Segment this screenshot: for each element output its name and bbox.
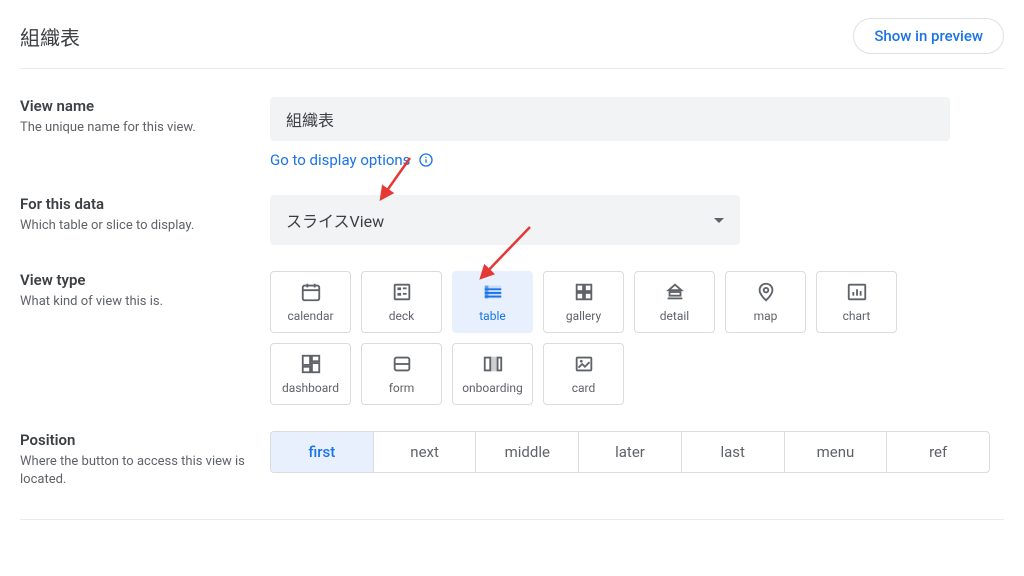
view-name-input[interactable] <box>270 97 950 141</box>
view-type-label: chart <box>843 309 871 323</box>
view-type-label: form <box>389 381 415 395</box>
position-next[interactable]: next <box>374 432 477 472</box>
view-type-label: table <box>479 309 505 323</box>
position-menu[interactable]: menu <box>785 432 888 472</box>
view-name-description: The unique name for this view. <box>20 119 270 137</box>
view-type-onboarding[interactable]: onboarding <box>452 343 533 405</box>
position-segmented: firstnextmiddlelaterlastmenuref <box>270 431 990 473</box>
view-type-label: gallery <box>566 309 601 323</box>
view-type-label: deck <box>389 309 415 323</box>
view-type-dashboard[interactable]: dashboard <box>270 343 351 405</box>
view-type-label: onboarding <box>462 381 523 395</box>
position-middle[interactable]: middle <box>476 432 579 472</box>
position-last[interactable]: last <box>682 432 785 472</box>
chevron-down-icon <box>714 218 724 223</box>
gallery-icon <box>573 281 595 303</box>
view-name-label: View name <box>20 97 270 115</box>
view-type-description: What kind of view this is. <box>20 293 270 311</box>
dashboard-icon <box>300 353 322 375</box>
show-in-preview-button[interactable]: Show in preview <box>853 18 1004 54</box>
position-description: Where the button to access this view is … <box>20 453 270 489</box>
view-type-label: card <box>572 381 596 395</box>
info-icon <box>418 152 434 168</box>
view-type-map[interactable]: map <box>725 271 806 333</box>
view-type-chart[interactable]: chart <box>816 271 897 333</box>
form-icon <box>391 353 413 375</box>
position-label: Position <box>20 431 270 449</box>
for-this-data-label: For this data <box>20 195 270 213</box>
view-type-form[interactable]: form <box>361 343 442 405</box>
position-ref[interactable]: ref <box>887 432 989 472</box>
view-type-table[interactable]: table <box>452 271 533 333</box>
view-type-detail[interactable]: detail <box>634 271 715 333</box>
data-source-value: スライスView <box>286 208 384 232</box>
map-icon <box>755 281 777 303</box>
deck-icon <box>391 281 413 303</box>
position-later[interactable]: later <box>579 432 682 472</box>
chart-icon <box>846 281 868 303</box>
view-type-gallery[interactable]: gallery <box>543 271 624 333</box>
data-source-select[interactable]: スライスView <box>270 195 740 245</box>
view-type-card[interactable]: card <box>543 343 624 405</box>
view-type-label: detail <box>660 309 689 323</box>
display-options-link[interactable]: Go to display options <box>270 151 410 169</box>
view-type-deck[interactable]: deck <box>361 271 442 333</box>
page-title: 組織表 <box>20 22 80 51</box>
detail-icon <box>664 281 686 303</box>
calendar-icon <box>300 281 322 303</box>
view-type-grid: calendar deck table gallery detail map chart da… <box>270 271 950 405</box>
view-type-label: calendar <box>287 309 333 323</box>
position-first[interactable]: first <box>271 432 374 472</box>
view-type-calendar[interactable]: calendar <box>270 271 351 333</box>
for-this-data-description: Which table or slice to display. <box>20 217 270 235</box>
view-type-label: dashboard <box>282 381 339 395</box>
card-icon <box>573 353 595 375</box>
view-type-label: View type <box>20 271 270 289</box>
table-icon <box>482 281 504 303</box>
onboarding-icon <box>482 353 504 375</box>
view-type-label: map <box>754 309 778 323</box>
